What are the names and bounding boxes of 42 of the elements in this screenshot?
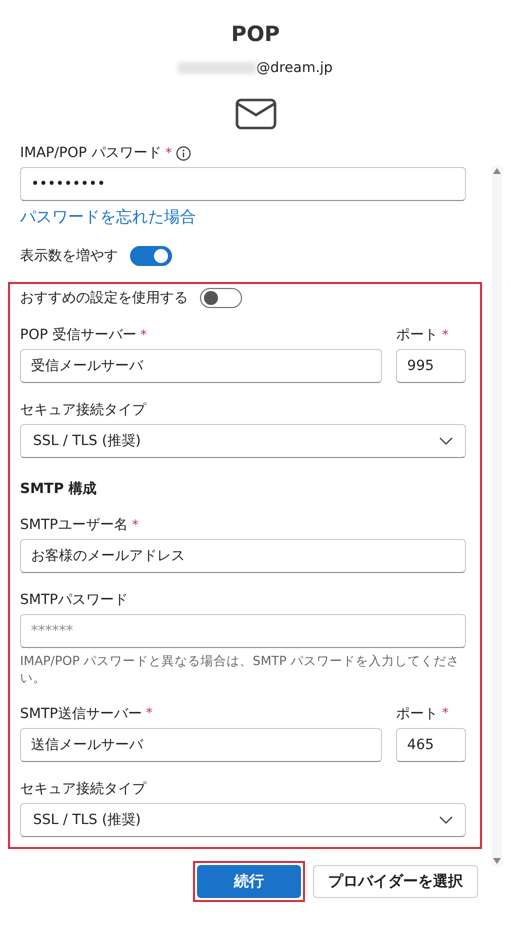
- help-text: IMAP/POP パスワードと異なる場合は、SMTP パスワードを入力してください。: [20, 653, 461, 687]
- account-email: @dream.jp: [256, 60, 333, 76]
- field-label: SMTPパスワード: [20, 591, 128, 609]
- required-mark: *: [442, 328, 449, 342]
- select-dropdown[interactable]: SSL / TLS (推奨): [20, 424, 466, 458]
- port-field[interactable]: 465: [396, 728, 466, 762]
- forgot-password-link[interactable]: パスワードを忘れた場合: [20, 207, 466, 228]
- required-mark: *: [165, 146, 172, 160]
- select-dropdown[interactable]: SSL / TLS (推奨): [20, 802, 466, 837]
- required-mark: *: [442, 706, 449, 722]
- field-label: SMTPユーザー名: [20, 516, 128, 534]
- page-title: POP: [231, 22, 280, 46]
- required-mark: *: [140, 328, 147, 342]
- server-field[interactable]: 受信メールサーバ: [20, 349, 382, 383]
- field-label: IMAP/POP パスワード: [20, 144, 162, 162]
- info-icon[interactable]: [176, 146, 191, 160]
- input-field[interactable]: お客様のメールアドレス: [20, 539, 466, 573]
- toggle-label: おすすめの設定を使用する: [20, 289, 188, 307]
- field-label: ポート: [396, 704, 438, 723]
- continue-button[interactable]: 続行: [197, 864, 301, 898]
- field-label: セキュア接続タイプ: [20, 780, 146, 798]
- field-label: SMTP送信サーバー: [20, 704, 142, 723]
- required-mark: *: [146, 706, 152, 722]
- toggle-switch[interactable]: [130, 246, 172, 266]
- password-field[interactable]: •••••••••: [20, 167, 466, 201]
- mail-icon: [234, 98, 276, 130]
- chevron-down-icon: [439, 437, 453, 445]
- scrollbar[interactable]: [492, 166, 502, 866]
- toggle-label: 表示数を増やす: [20, 247, 118, 265]
- input-field[interactable]: ******: [20, 614, 466, 648]
- field-label: POP 受信サーバー: [20, 326, 136, 344]
- select-provider-button[interactable]: プロバイダーを選択: [313, 864, 478, 898]
- required-mark: *: [132, 518, 138, 532]
- chevron-down-icon: [439, 816, 453, 824]
- field-label: セキュア接続タイプ: [20, 401, 146, 419]
- scroll-down-icon[interactable]: [493, 858, 501, 864]
- field-label: ポート: [396, 326, 438, 344]
- scroll-up-icon[interactable]: [493, 168, 501, 174]
- section-heading: SMTP 構成: [20, 480, 98, 498]
- port-field[interactable]: 995: [396, 349, 466, 383]
- toggle-switch[interactable]: [200, 288, 242, 308]
- server-field[interactable]: 送信メールサーバ: [20, 728, 382, 762]
